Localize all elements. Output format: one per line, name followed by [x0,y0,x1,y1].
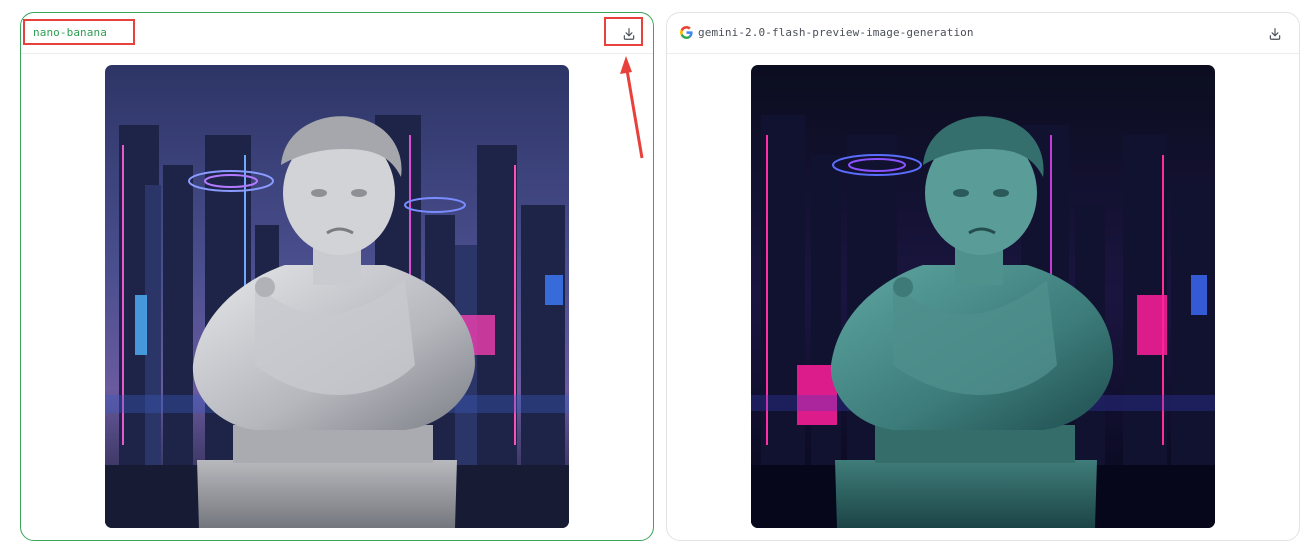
download-icon [623,28,635,40]
result-panel-gemini-2-flash[interactable]: gemini-2.0-flash-preview-image-generatio… [666,12,1300,541]
download-button[interactable] [619,24,639,44]
google-g-icon [680,26,693,39]
panel-header: nano-banana [21,13,653,54]
generated-image[interactable] [105,65,569,528]
model-name-label: gemini-2.0-flash-preview-image-generatio… [698,26,974,39]
generated-image[interactable] [751,65,1215,528]
model-name-label: nano-banana [33,26,107,39]
result-panel-nano-banana[interactable]: nano-banana [20,12,654,541]
image-gemini-2-flash [751,65,1215,528]
download-button[interactable] [1265,24,1285,44]
image-nano-banana [105,65,569,528]
download-icon [1269,28,1281,40]
panel-header: gemini-2.0-flash-preview-image-generatio… [667,13,1299,54]
